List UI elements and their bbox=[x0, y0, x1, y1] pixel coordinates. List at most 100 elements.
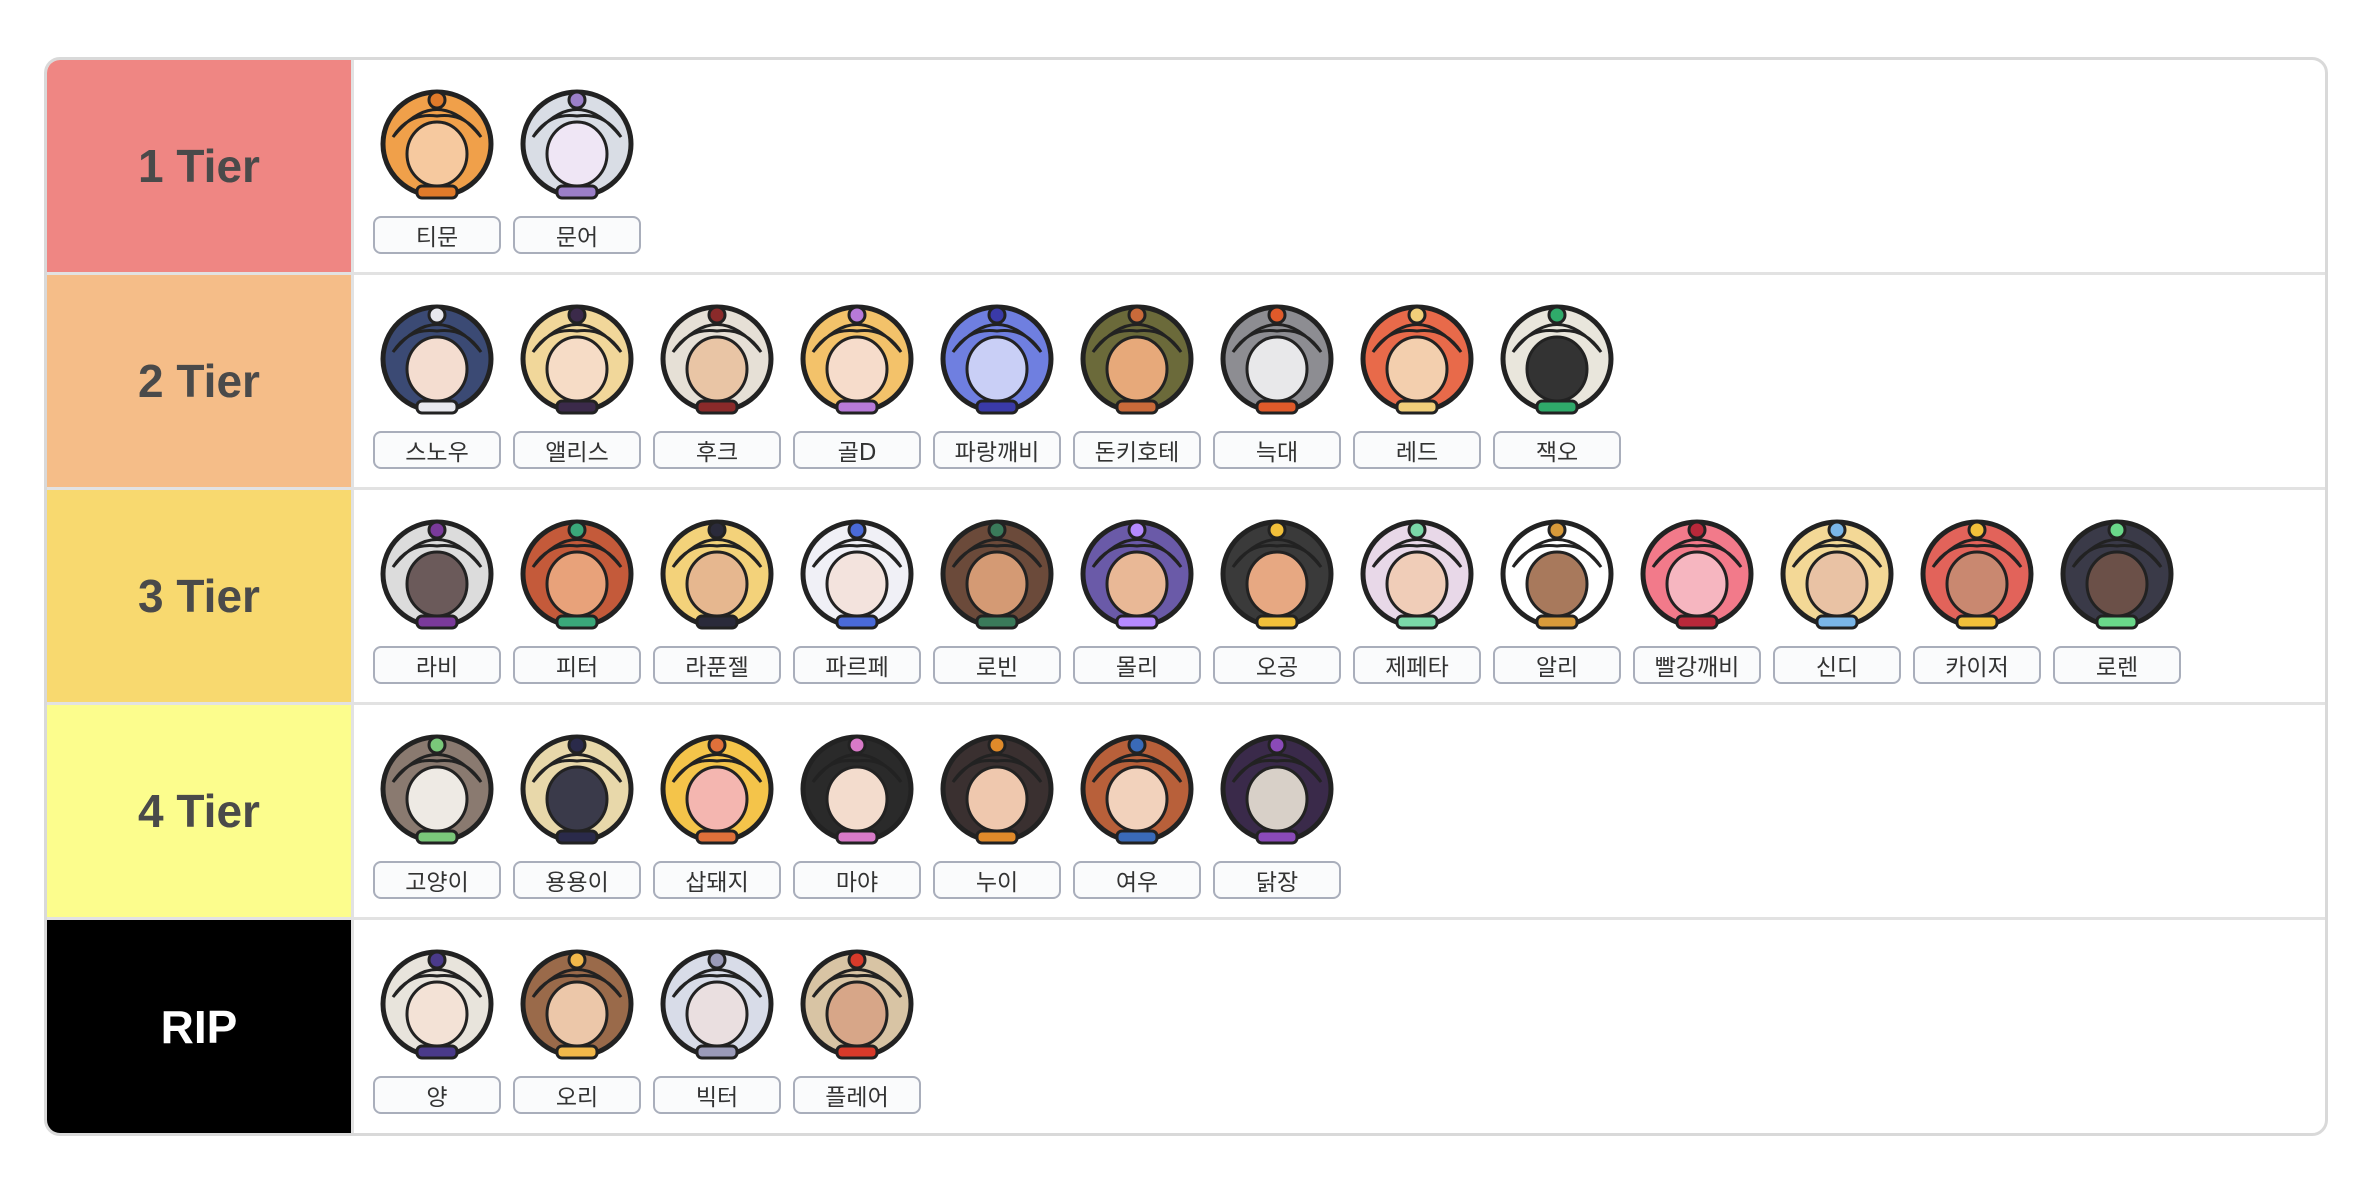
character-avatar bbox=[1215, 510, 1339, 634]
character-name-label[interactable]: 카이저 bbox=[1913, 646, 2041, 684]
character-card[interactable]: 오리 bbox=[513, 940, 641, 1114]
character-avatar-icon bbox=[660, 949, 774, 1060]
character-avatar bbox=[515, 940, 639, 1064]
character-card[interactable]: 피터 bbox=[513, 510, 641, 684]
character-name-label[interactable]: 잭오 bbox=[1493, 431, 1621, 469]
character-avatar-icon bbox=[1500, 304, 1614, 415]
character-card[interactable]: 신디 bbox=[1773, 510, 1901, 684]
character-card[interactable]: 알리 bbox=[1493, 510, 1621, 684]
character-avatar-icon bbox=[1080, 734, 1194, 845]
character-card[interactable]: 레드 bbox=[1353, 295, 1481, 469]
character-card[interactable]: 제페타 bbox=[1353, 510, 1481, 684]
character-avatar-icon bbox=[380, 519, 494, 630]
character-avatar bbox=[375, 940, 499, 1064]
character-card[interactable]: 라푼젤 bbox=[653, 510, 781, 684]
character-name-label[interactable]: 고양이 bbox=[373, 861, 501, 899]
character-card[interactable]: 돈키호테 bbox=[1073, 295, 1201, 469]
character-name-label[interactable]: 로렌 bbox=[2053, 646, 2181, 684]
character-name-label[interactable]: 삽돼지 bbox=[653, 861, 781, 899]
character-card[interactable]: 카이저 bbox=[1913, 510, 2041, 684]
character-avatar-icon bbox=[1780, 519, 1894, 630]
character-card[interactable]: 용용이 bbox=[513, 725, 641, 899]
character-card[interactable]: 문어 bbox=[513, 80, 641, 254]
character-card[interactable]: 닭장 bbox=[1213, 725, 1341, 899]
character-card[interactable]: 마야 bbox=[793, 725, 921, 899]
tier-label: 1 Tier bbox=[47, 60, 354, 272]
tier-row: 1 Tier 티문 문어 bbox=[47, 60, 2325, 275]
character-name-label[interactable]: 라비 bbox=[373, 646, 501, 684]
character-name-label[interactable]: 돈키호테 bbox=[1073, 431, 1201, 469]
character-card[interactable]: 양 bbox=[373, 940, 501, 1114]
character-avatar bbox=[375, 295, 499, 419]
character-avatar-icon bbox=[520, 734, 634, 845]
character-avatar bbox=[795, 725, 919, 849]
character-card[interactable]: 여우 bbox=[1073, 725, 1201, 899]
character-avatar-icon bbox=[800, 304, 914, 415]
character-avatar-icon bbox=[1220, 519, 1334, 630]
character-avatar-icon bbox=[1220, 734, 1334, 845]
character-name-label[interactable]: 피터 bbox=[513, 646, 641, 684]
character-card[interactable]: 삽돼지 bbox=[653, 725, 781, 899]
character-card[interactable]: 라비 bbox=[373, 510, 501, 684]
character-name-label[interactable]: 티문 bbox=[373, 216, 501, 254]
character-name-label[interactable]: 오공 bbox=[1213, 646, 1341, 684]
character-card[interactable]: 잭오 bbox=[1493, 295, 1621, 469]
character-name-label[interactable]: 앨리스 bbox=[513, 431, 641, 469]
character-name-label[interactable]: 파랑깨비 bbox=[933, 431, 1061, 469]
character-avatar-icon bbox=[520, 304, 634, 415]
character-name-label[interactable]: 골D bbox=[793, 431, 921, 469]
character-name-label[interactable]: 라푼젤 bbox=[653, 646, 781, 684]
character-card[interactable]: 고양이 bbox=[373, 725, 501, 899]
character-name-label[interactable]: 마야 bbox=[793, 861, 921, 899]
character-name-label[interactable]: 알리 bbox=[1493, 646, 1621, 684]
character-avatar bbox=[1495, 295, 1619, 419]
character-card[interactable]: 로렌 bbox=[2053, 510, 2181, 684]
character-avatar-icon bbox=[1920, 519, 2034, 630]
character-card[interactable]: 스노우 bbox=[373, 295, 501, 469]
character-card[interactable]: 로빈 bbox=[933, 510, 1061, 684]
character-name-label[interactable]: 신디 bbox=[1773, 646, 1901, 684]
character-name-label[interactable]: 누이 bbox=[933, 861, 1061, 899]
tier-list-table: 1 Tier 티문 문어 2 Tier 스노우 앨리스 후크 골D 파랑깨비 돈키호테 늑대 레드 잭오… bbox=[44, 57, 2328, 1136]
character-avatar-icon bbox=[940, 304, 1054, 415]
character-name-label[interactable]: 양 bbox=[373, 1076, 501, 1114]
character-card[interactable]: 빅터 bbox=[653, 940, 781, 1114]
character-avatar bbox=[1215, 295, 1339, 419]
character-avatar-icon bbox=[1360, 304, 1474, 415]
character-card[interactable]: 파르페 bbox=[793, 510, 921, 684]
character-card[interactable]: 플레어 bbox=[793, 940, 921, 1114]
character-card[interactable]: 티문 bbox=[373, 80, 501, 254]
character-card[interactable]: 후크 bbox=[653, 295, 781, 469]
character-name-label[interactable]: 파르페 bbox=[793, 646, 921, 684]
character-name-label[interactable]: 빨강깨비 bbox=[1633, 646, 1761, 684]
character-name-label[interactable]: 레드 bbox=[1353, 431, 1481, 469]
character-name-label[interactable]: 플레어 bbox=[793, 1076, 921, 1114]
character-card[interactable]: 늑대 bbox=[1213, 295, 1341, 469]
character-name-label[interactable]: 오리 bbox=[513, 1076, 641, 1114]
character-name-label[interactable]: 스노우 bbox=[373, 431, 501, 469]
character-card[interactable]: 오공 bbox=[1213, 510, 1341, 684]
character-card[interactable]: 골D bbox=[793, 295, 921, 469]
character-name-label[interactable]: 용용이 bbox=[513, 861, 641, 899]
character-card[interactable]: 빨강깨비 bbox=[1633, 510, 1761, 684]
character-name-label[interactable]: 빅터 bbox=[653, 1076, 781, 1114]
character-name-label[interactable]: 여우 bbox=[1073, 861, 1201, 899]
character-name-label[interactable]: 몰리 bbox=[1073, 646, 1201, 684]
tier-characters: 스노우 앨리스 후크 골D 파랑깨비 돈키호테 늑대 레드 잭오 bbox=[354, 275, 2325, 487]
character-name-label[interactable]: 늑대 bbox=[1213, 431, 1341, 469]
character-card[interactable]: 앨리스 bbox=[513, 295, 641, 469]
character-name-label[interactable]: 닭장 bbox=[1213, 861, 1341, 899]
character-avatar bbox=[1775, 510, 1899, 634]
character-name-label[interactable]: 로빈 bbox=[933, 646, 1061, 684]
character-avatar bbox=[935, 725, 1059, 849]
character-card[interactable]: 몰리 bbox=[1073, 510, 1201, 684]
character-avatar-icon bbox=[520, 89, 634, 200]
character-card[interactable]: 파랑깨비 bbox=[933, 295, 1061, 469]
tier-label: 3 Tier bbox=[47, 490, 354, 702]
character-avatar-icon bbox=[380, 949, 494, 1060]
character-card[interactable]: 누이 bbox=[933, 725, 1061, 899]
character-name-label[interactable]: 후크 bbox=[653, 431, 781, 469]
character-avatar bbox=[1215, 725, 1339, 849]
character-name-label[interactable]: 제페타 bbox=[1353, 646, 1481, 684]
character-name-label[interactable]: 문어 bbox=[513, 216, 641, 254]
